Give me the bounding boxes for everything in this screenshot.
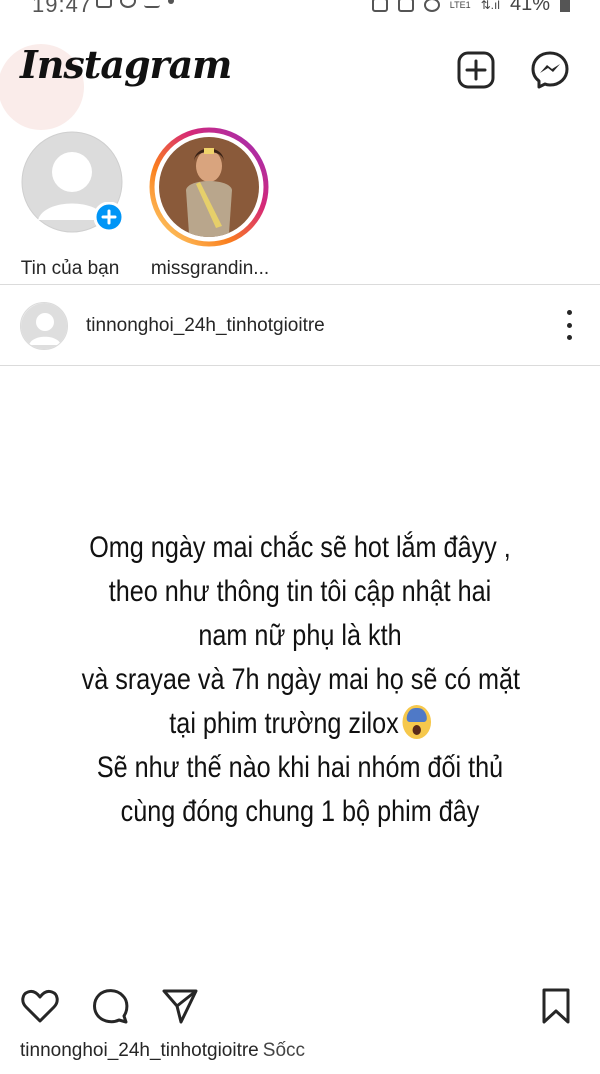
settings-icon: [397, 0, 414, 12]
network-type: LTE1: [449, 0, 471, 10]
caption-username[interactable]: tinnonghoi_24h_tinhotgioitre: [20, 1040, 259, 1061]
post-text-line: nam nữ phụ là kth: [198, 619, 402, 652]
post-avatar[interactable]: [20, 302, 68, 350]
story-ring-avatar: [149, 127, 269, 247]
messenger-icon[interactable]: [530, 50, 570, 90]
post-text-line: tại phim trường zilox: [169, 707, 399, 740]
stories-tray: Tin của bạn missgrandin...: [0, 120, 600, 280]
facebook-notification-icon: [120, 0, 136, 8]
status-notification-icons: [96, 0, 174, 8]
post-text-line: Sẽ như thế nào khi hai nhóm đối thủ: [96, 751, 504, 784]
signal-icon: ⇅.ıl: [480, 0, 500, 12]
plus-circle-icon[interactable]: [94, 202, 124, 232]
plus-square-icon[interactable]: [456, 50, 496, 90]
instagram-logo[interactable]: Instagram: [20, 42, 232, 87]
post-caption: tinnonghoi_24h_tinhotgioitre Sốcc: [20, 1040, 305, 1062]
post-actions: [0, 982, 600, 1030]
screaming-face-emoji: [402, 705, 431, 739]
more-vertical-icon[interactable]: [564, 310, 574, 340]
more-notifications-icon: [168, 0, 174, 4]
download-notification-icon: [144, 0, 160, 8]
post-text-line-with-emoji: tại phim trường zilox: [82, 702, 519, 746]
heart-icon[interactable]: [20, 986, 60, 1026]
comment-icon[interactable]: [90, 986, 130, 1026]
status-bar: 19:47 LTE1 ⇅.ıl 41%: [0, 0, 600, 18]
post-text-line: và srayae và 7h ngày mai họ sẽ có mặt: [81, 663, 521, 696]
battery-icon: [560, 0, 570, 12]
post-text-line: cùng đóng chung 1 bộ phim đây: [120, 795, 480, 828]
app-header: Instagram: [0, 20, 600, 130]
stories-divider: [0, 284, 600, 285]
battery-level: 41%: [509, 0, 550, 15]
default-avatar-icon: [21, 303, 67, 349]
post-image[interactable]: Omg ngày mai chắc sẽ hot lắm đâyy , theo…: [0, 366, 600, 966]
status-system-icons: LTE1 ⇅.ıl 41%: [371, 0, 570, 16]
post-username[interactable]: tinnonghoi_24h_tinhotgioitre: [86, 315, 325, 337]
send-icon[interactable]: [160, 986, 200, 1026]
hotspot-icon: [423, 0, 440, 12]
story-label-own: Tin của bạn: [20, 258, 120, 279]
instagram-notification-icon: [96, 0, 112, 8]
story-label-missgrandin: missgrandin...: [150, 258, 270, 279]
caption-text: Sốcc: [262, 1040, 306, 1061]
post-text: Omg ngày mai chắc sẽ hot lắm đâyy , theo…: [81, 526, 521, 834]
bookmark-icon[interactable]: [536, 986, 576, 1026]
data-saver-icon: [371, 0, 388, 12]
status-time: 19:47: [32, 0, 93, 17]
post-text-line: theo như thông tin tôi cập nhật hai: [108, 575, 492, 608]
post-header: tinnonghoi_24h_tinhotgioitre: [0, 300, 600, 354]
post-text-line: Omg ngày mai chắc sẽ hot lắm đâyy ,: [89, 531, 511, 564]
